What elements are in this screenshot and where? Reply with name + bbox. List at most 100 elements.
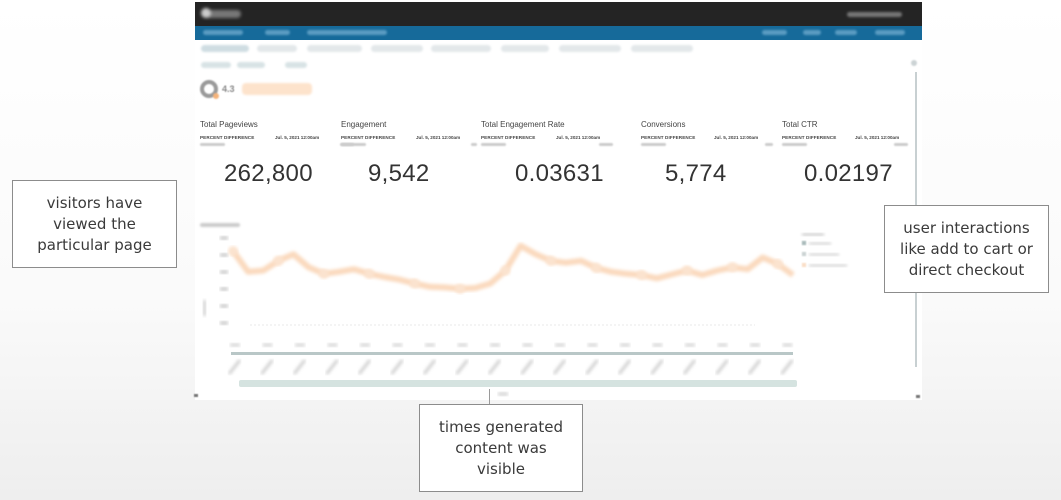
- kpi-current-value: [599, 143, 613, 146]
- filter-chip[interactable]: [285, 62, 307, 68]
- chart-title: [200, 223, 240, 227]
- series-line-0[interactable]: [230, 242, 795, 292]
- scroll-up-button[interactable]: [911, 60, 917, 66]
- y-tick-label: [220, 321, 228, 325]
- kpi-date: Jul. 5, 2021 12:00am: [416, 135, 461, 140]
- data-point[interactable]: [727, 262, 738, 273]
- x-tick-label: [555, 343, 565, 347]
- filter-chip[interactable]: [237, 62, 265, 68]
- nav-item[interactable]: [265, 30, 290, 35]
- brand-name: [242, 83, 312, 95]
- nav-breadcrumb[interactable]: [307, 30, 387, 35]
- annotation-conversions: user interactions like add to cart or di…: [884, 205, 1049, 293]
- filter-chip[interactable]: [201, 62, 231, 68]
- tab[interactable]: [257, 45, 297, 52]
- kpi-total-ctr[interactable]: Total CTR PERCENT DIFFERENCE Jul. 5, 202…: [782, 120, 912, 190]
- nav-action[interactable]: [803, 30, 821, 35]
- kpi-label: PERCENT DIFFERENCE: [200, 135, 255, 140]
- range-slider[interactable]: [239, 380, 797, 387]
- data-point[interactable]: [455, 283, 466, 294]
- y-tick-label: [220, 287, 228, 291]
- x-date-label: [227, 359, 242, 375]
- annotation-line: viewed the: [53, 214, 136, 233]
- kpi-conversions[interactable]: Conversions PERCENT DIFFERENCE Jul. 5, 2…: [641, 120, 781, 190]
- data-point[interactable]: [682, 265, 693, 276]
- dashboard-window: 4.3 Total Pageviews PERCENT DIFFERENCE J…: [195, 2, 922, 400]
- annotation-line: content was: [455, 438, 547, 457]
- x-date-label: [390, 359, 404, 375]
- data-point[interactable]: [273, 255, 284, 266]
- kpi-total-pageviews[interactable]: Total Pageviews PERCENT DIFFERENCE Jul. …: [200, 120, 355, 190]
- kpi-previous-value: [782, 143, 807, 146]
- x-tick-label: [425, 343, 435, 347]
- user-menu[interactable]: [847, 12, 902, 17]
- data-point[interactable]: [500, 265, 511, 276]
- tab[interactable]: [371, 45, 423, 52]
- tab[interactable]: [631, 45, 693, 52]
- legend-swatch[interactable]: [802, 252, 806, 256]
- x-tick-label: [360, 343, 370, 347]
- x-date-label: [715, 359, 729, 375]
- x-date-label: [292, 359, 307, 375]
- resize-handle-right[interactable]: [916, 395, 920, 398]
- data-point[interactable]: [364, 268, 375, 279]
- x-tick-label: [782, 343, 793, 347]
- annotation-engagement: times generated content was visible: [419, 404, 583, 492]
- data-point[interactable]: [409, 278, 420, 289]
- tab[interactable]: [431, 45, 491, 52]
- kpi-value: 5,774: [665, 160, 727, 187]
- x-tick-label: [327, 343, 338, 347]
- kpi-title: Total Engagement Rate: [481, 120, 565, 129]
- x-axis: [231, 352, 793, 355]
- data-point[interactable]: [636, 270, 647, 281]
- x-tick-label: [522, 343, 533, 347]
- nav-action[interactable]: [762, 30, 787, 35]
- annotation-line: visible: [477, 459, 525, 478]
- nav-action[interactable]: [875, 30, 905, 35]
- annotation-line: times generated: [439, 417, 563, 436]
- tab[interactable]: [559, 45, 621, 52]
- y-axis-label: [203, 300, 206, 316]
- legend-label[interactable]: [809, 253, 839, 256]
- kpi-current-value: [894, 143, 908, 146]
- annotation-line: visitors have: [46, 193, 143, 212]
- kpi-label: PERCENT DIFFERENCE: [341, 135, 396, 140]
- legend-label[interactable]: [809, 242, 831, 245]
- data-point[interactable]: [772, 259, 783, 269]
- x-tick-label: [457, 343, 468, 347]
- app-logo[interactable]: [201, 8, 241, 18]
- kpi-date: Jul. 5, 2021 12:00am: [556, 135, 601, 140]
- legend-swatch[interactable]: [802, 241, 806, 245]
- tab[interactable]: [307, 45, 362, 52]
- kpi-label: PERCENT DIFFERENCE: [641, 135, 696, 140]
- kpi-title: Engagement: [341, 120, 387, 129]
- kpi-value: 0.03631: [515, 160, 604, 187]
- kpi-engagement[interactable]: Engagement PERCENT DIFFERENCE Jul. 5, 20…: [341, 120, 486, 190]
- legend-title: [802, 233, 824, 236]
- data-point[interactable]: [591, 262, 602, 273]
- legend-label[interactable]: [809, 264, 847, 267]
- kpi-previous-value: [481, 143, 506, 146]
- kpi-title: Conversions: [641, 120, 686, 129]
- legend-swatch[interactable]: [802, 263, 806, 267]
- nav-item[interactable]: [203, 30, 243, 35]
- tab[interactable]: [501, 45, 549, 52]
- data-point[interactable]: [228, 246, 238, 256]
- kpi-previous-value: [341, 143, 366, 146]
- kpi-previous-value: [200, 143, 225, 146]
- kpi-date: Jul. 5, 2021 12:00am: [275, 135, 320, 140]
- event-timeline-chart[interactable]: [195, 230, 922, 400]
- kpi-row: Total Pageviews PERCENT DIFFERENCE Jul. …: [200, 120, 910, 190]
- x-date-label: [260, 359, 274, 375]
- data-point[interactable]: [545, 255, 556, 266]
- tab[interactable]: [201, 45, 249, 52]
- data-point[interactable]: [318, 268, 329, 279]
- kpi-date: Jul. 5, 2021 12:00am: [714, 135, 759, 140]
- nav-action[interactable]: [835, 30, 857, 35]
- kpi-current-value: [765, 143, 773, 146]
- x-tick-label: [685, 343, 695, 347]
- resize-handle-left[interactable]: [194, 394, 198, 397]
- kpi-total-engagement-rate[interactable]: Total Engagement Rate PERCENT DIFFERENCE…: [481, 120, 631, 190]
- dashboard-nav-bar: [195, 26, 922, 40]
- annotation-line: like add to cart or: [900, 239, 1033, 258]
